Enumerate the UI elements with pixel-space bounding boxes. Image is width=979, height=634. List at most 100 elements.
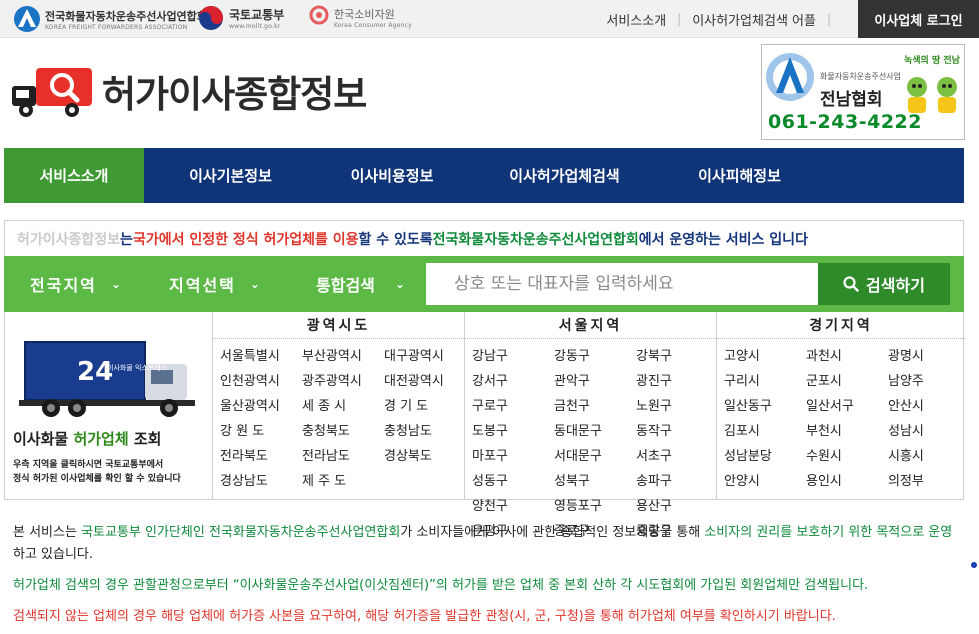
search-input[interactable] — [426, 263, 818, 305]
region-link[interactable]: 군포시 — [806, 367, 888, 392]
region-link[interactable]: 강 원 도 — [220, 417, 302, 442]
region-link[interactable]: 강북구 — [636, 342, 718, 367]
column-header: 서울지역 — [465, 312, 716, 339]
freight-association-icon — [14, 6, 40, 32]
banner-tag: 녹색의 땅 전남 — [904, 56, 960, 66]
region-link[interactable]: 동작구 — [636, 417, 718, 442]
org-logo-freight-association[interactable]: 전국화물자동차운송주선사업연합회 KOREA FREIGHT FORWARDER… — [12, 5, 207, 33]
banner-org: 화물자동차운송주선사업 — [820, 72, 901, 81]
region-link[interactable]: 용산구 — [636, 492, 718, 517]
intro-banner: 허가이사종합정보 는 국가에서 인정한 정식 허가업체를 이용 할 수 있도록 … — [4, 220, 964, 256]
region-link[interactable]: 경 기 도 — [384, 392, 466, 417]
region-link[interactable]: 부산광역시 — [302, 342, 384, 367]
org-logo-consumer-agency[interactable]: 한국소비자원 Korea Consumer Agency — [308, 5, 412, 29]
search-type-select[interactable]: 통합검색 ⌄ — [316, 256, 405, 312]
region-link[interactable]: 광진구 — [636, 367, 718, 392]
truck-search-icon — [12, 68, 92, 117]
nav-service-intro[interactable]: 서비스소개 — [4, 148, 144, 203]
note-2: 허가업체 검색의 경우 관할관청으로부터 “이사화물운송주선사업(이삿짐센터)”… — [13, 578, 869, 593]
region-link[interactable]: 강동구 — [554, 342, 636, 367]
region-link[interactable]: 금천구 — [554, 392, 636, 417]
org-name: 국토교통부 — [229, 8, 285, 22]
login-button[interactable]: 이사업체 로그인 — [858, 0, 979, 38]
region-link[interactable]: 마포구 — [472, 442, 554, 467]
site-logo[interactable]: 허가이사종합정보 — [10, 62, 367, 120]
top-link-service-intro[interactable]: 서비스소개 — [606, 10, 666, 29]
region-link[interactable]: 안산시 — [888, 392, 970, 417]
promo-note-line: 우측 지역을 클릭하시면 국토교통부에서 — [13, 460, 164, 470]
region-link[interactable]: 서초구 — [636, 442, 718, 467]
region-link[interactable]: 일산서구 — [806, 392, 888, 417]
region-link[interactable]: 경상북도 — [384, 442, 466, 467]
region-link[interactable]: 안양시 — [724, 467, 806, 492]
promo-note: 우측 지역을 클릭하시면 국토교통부에서 정식 허가된 이사업체를 확인 할 수… — [13, 458, 181, 486]
region-link[interactable]: 서울특별시 — [220, 342, 302, 367]
intro-text: 에서 운영하는 서비스 입니다 — [638, 231, 808, 248]
region-link[interactable]: 노원구 — [636, 392, 718, 417]
nav-cost-info[interactable]: 이사비용정보 — [317, 148, 467, 203]
jeonnam-association-banner[interactable]: 화물자동차운송주선사업 전남협회 061-243-4222 녹색의 땅 전남 — [761, 44, 965, 140]
region-grid: 서울특별시 부산광역시 대구광역시인천광역시 광주광역시 대전광역시울산광역시 세 종 시… — [213, 339, 464, 492]
region-link[interactable]: 수원시 — [806, 442, 888, 467]
intro-text: 는 — [120, 231, 133, 248]
region-link[interactable]: 경상남도 — [220, 467, 302, 492]
promo-title-b: 허가업체 — [73, 430, 129, 448]
region-link[interactable]: 양천구 — [472, 492, 554, 517]
region-panel: 24 이사화물 익스프레스 이사화물 허가업체 조회 우측 지역을 클릭하시면 … — [4, 312, 965, 539]
region-link[interactable]: 김포시 — [724, 417, 806, 442]
region-link[interactable]: 도봉구 — [472, 417, 554, 442]
column-header: 경기지역 — [717, 312, 965, 339]
region-link[interactable]: 서대문구 — [554, 442, 636, 467]
region-column-metro: 광역시도 서울특별시 부산광역시 대구광역시 인천광역시 광주광역시 대전광역시 울산광역시… — [213, 312, 465, 500]
region-grid: 고양시 과천시 광명시 구리시 군포시 남양주 일산동구 일산서구 안산시 김포시 부천시 성남시 성남… — [717, 339, 965, 492]
banner-assoc: 전남협회 — [820, 90, 883, 110]
nav-company-search[interactable]: 이사허가업체검색 — [467, 148, 662, 203]
top-link-app[interactable]: 이사허가업체검색 어플 — [692, 10, 816, 29]
region-link[interactable]: 광명시 — [888, 342, 970, 367]
consumer-agency-icon — [309, 5, 329, 25]
chevron-down-icon: ⌄ — [110, 277, 121, 291]
region-link[interactable]: 충청북도 — [302, 417, 384, 442]
region-link[interactable]: 관악구 — [554, 367, 636, 392]
region-link[interactable]: 전라남도 — [302, 442, 384, 467]
region-link[interactable]: 울산광역시 — [220, 392, 302, 417]
region-link[interactable]: 제 주 도 — [302, 467, 384, 492]
region-link[interactable]: 시흥시 — [888, 442, 970, 467]
region-link[interactable]: 영등포구 — [554, 492, 636, 517]
region-link[interactable]: 광주광역시 — [302, 367, 384, 392]
region-link[interactable]: 충청남도 — [384, 417, 466, 442]
region-link[interactable]: 대전광역시 — [384, 367, 466, 392]
region-link[interactable]: 용인시 — [806, 467, 888, 492]
region-link[interactable]: 전라북도 — [220, 442, 302, 467]
region-link[interactable]: 세 종 시 — [302, 392, 384, 417]
region-link[interactable]: 강서구 — [472, 367, 554, 392]
mascot-icon — [937, 77, 957, 113]
search-button[interactable]: 검색하기 — [818, 263, 950, 305]
region-link[interactable]: 남양주 — [888, 367, 970, 392]
region-link[interactable]: 강남구 — [472, 342, 554, 367]
nav-damage-info[interactable]: 이사피해정보 — [662, 148, 817, 203]
region-select[interactable]: 전국지역 ⌄ — [30, 256, 121, 312]
region-link[interactable]: 대구광역시 — [384, 342, 466, 367]
region-link[interactable]: 송파구 — [636, 467, 718, 492]
region-link[interactable]: 동대문구 — [554, 417, 636, 442]
area-select[interactable]: 지역선택 ⌄ — [169, 256, 260, 312]
region-link[interactable]: 성남분당 — [724, 442, 806, 467]
divider: | — [677, 12, 682, 26]
region-link[interactable]: 성북구 — [554, 467, 636, 492]
region-link[interactable]: 의정부 — [888, 467, 970, 492]
search-icon — [843, 276, 859, 292]
region-link[interactable]: 구로구 — [472, 392, 554, 417]
region-link[interactable]: 성남시 — [888, 417, 970, 442]
note-text: 본 서비스는 — [13, 525, 82, 540]
org-logo-molit[interactable]: 국토교통부 www.molit.go.kr — [198, 5, 284, 31]
region-link[interactable]: 인천광역시 — [220, 367, 302, 392]
region-link[interactable]: 부천시 — [806, 417, 888, 442]
promo-title-c: 조회 — [128, 430, 162, 448]
nav-basic-info[interactable]: 이사기본정보 — [144, 148, 317, 203]
region-link[interactable]: 구리시 — [724, 367, 806, 392]
region-link[interactable]: 일산동구 — [724, 392, 806, 417]
region-link[interactable]: 성동구 — [472, 467, 554, 492]
region-link[interactable]: 과천시 — [806, 342, 888, 367]
region-link[interactable]: 고양시 — [724, 342, 806, 367]
